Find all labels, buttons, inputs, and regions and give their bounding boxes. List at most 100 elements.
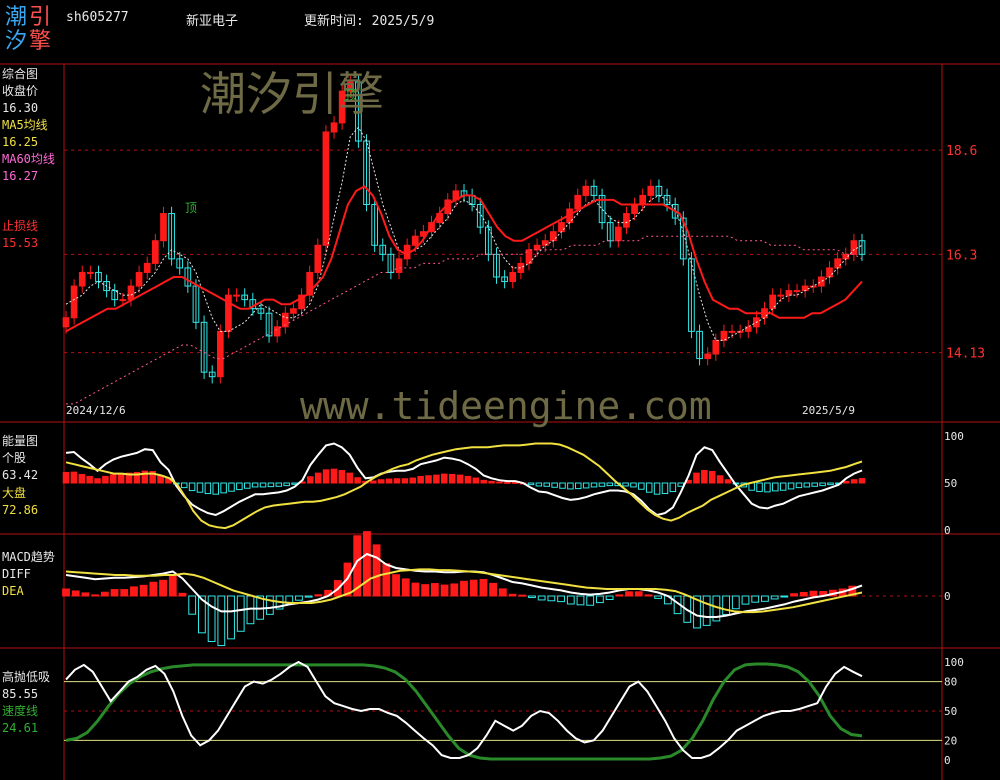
energy-bar (677, 482, 684, 487)
energy-bar (259, 482, 267, 488)
macd-bar (528, 595, 536, 599)
energy-bar (811, 482, 818, 487)
macd-bar (100, 591, 109, 597)
energy-bar (819, 482, 826, 487)
market-energy-line (65, 442, 863, 530)
ma5-value: 16.25 (2, 135, 39, 149)
macd-bar (227, 595, 235, 640)
energy-bar (94, 478, 101, 484)
candle (582, 185, 590, 196)
main-panel: 18.6 16.3 14.13 (62, 75, 985, 405)
energy-bar (102, 475, 109, 484)
energy-bar (661, 482, 669, 495)
macd-bar (469, 579, 478, 597)
energy-bar (267, 482, 275, 488)
energy-title: 能量图 (2, 434, 39, 448)
macd-bar (702, 595, 711, 626)
energy-bar (409, 477, 417, 484)
candle (712, 339, 720, 355)
macd-bar (217, 595, 226, 647)
energy-bar (204, 482, 212, 495)
energy-bar (441, 473, 448, 484)
macd-bar (751, 595, 760, 603)
energy-bar (330, 468, 338, 484)
candle (558, 222, 565, 233)
macd-bar (430, 583, 439, 597)
energy-tick-label: 100 (944, 430, 964, 443)
energy-panel: 100 50 0 (62, 430, 964, 537)
energy-bar (669, 482, 677, 493)
candle (87, 271, 94, 274)
macd-bar (149, 581, 158, 597)
energy-tick-label: 0 (944, 524, 951, 537)
candle (639, 194, 647, 205)
stock-energy-label: 个股 (2, 451, 27, 465)
energy-bar (693, 472, 700, 484)
energy-bar (322, 469, 330, 484)
macd-bar (159, 579, 167, 597)
macd-bar (761, 595, 769, 602)
macd-bar (557, 595, 565, 603)
speed-label: 速度线 (2, 704, 39, 718)
energy-bar (858, 478, 866, 484)
osc-line (65, 660, 863, 759)
energy-bar (196, 482, 204, 493)
macd-bar (615, 594, 624, 597)
macd-bar (188, 595, 197, 615)
energy-bar (622, 482, 629, 487)
energy-bar (535, 482, 543, 487)
ma5-line (65, 126, 863, 341)
energy-bar (575, 482, 582, 490)
energy-bar (236, 482, 243, 491)
macd-bar (207, 595, 216, 642)
ma5-label: MA5均线 (2, 118, 48, 132)
energy-tick-label: 50 (944, 477, 957, 490)
candle (647, 185, 655, 196)
macd-bar (139, 584, 148, 597)
energy-bar (772, 482, 779, 492)
macd-bar (460, 580, 468, 597)
energy-bar (480, 479, 487, 484)
candle (273, 326, 281, 337)
macd-bar (440, 584, 449, 597)
macd-bar (81, 592, 90, 597)
energy-bar (638, 482, 645, 490)
energy-bar (377, 479, 385, 484)
energy-bar (228, 482, 235, 492)
ma60-label: MA60均线 (2, 152, 55, 166)
macd-bar (120, 589, 129, 597)
candle (314, 244, 322, 273)
energy-bar (708, 470, 716, 484)
macd-bar (178, 592, 187, 597)
macd-bar (809, 590, 818, 597)
energy-bar (653, 482, 661, 495)
candle (834, 258, 841, 269)
macd-bar (130, 586, 138, 597)
energy-bar (244, 482, 251, 489)
macd-bar (295, 595, 303, 601)
main-title: 综合图 (2, 67, 39, 81)
energy-bar (283, 482, 290, 487)
energy-bar (582, 482, 590, 489)
macd-bar (790, 593, 798, 597)
osc-tick-label: 20 (944, 734, 957, 747)
energy-bar (464, 475, 472, 484)
oscillator-panel: 100 80 50 20 0 (64, 656, 964, 767)
candle (143, 262, 151, 273)
energy-bar (338, 469, 346, 484)
candle (322, 131, 330, 246)
energy-bar (598, 482, 606, 487)
candle (135, 271, 143, 287)
osc-value: 85.55 (2, 687, 39, 701)
energy-bar (188, 482, 196, 492)
top-mark-2: 顶 (345, 88, 358, 102)
energy-bar (275, 482, 283, 487)
stock-energy-value: 63.42 (2, 468, 39, 482)
energy-bar (590, 482, 598, 488)
price-tick-label: 18.6 (946, 144, 977, 159)
energy-bar (756, 482, 763, 493)
energy-bar (62, 471, 70, 484)
candle (127, 285, 135, 301)
dea-label: DEA (2, 584, 24, 598)
candle (777, 294, 785, 297)
